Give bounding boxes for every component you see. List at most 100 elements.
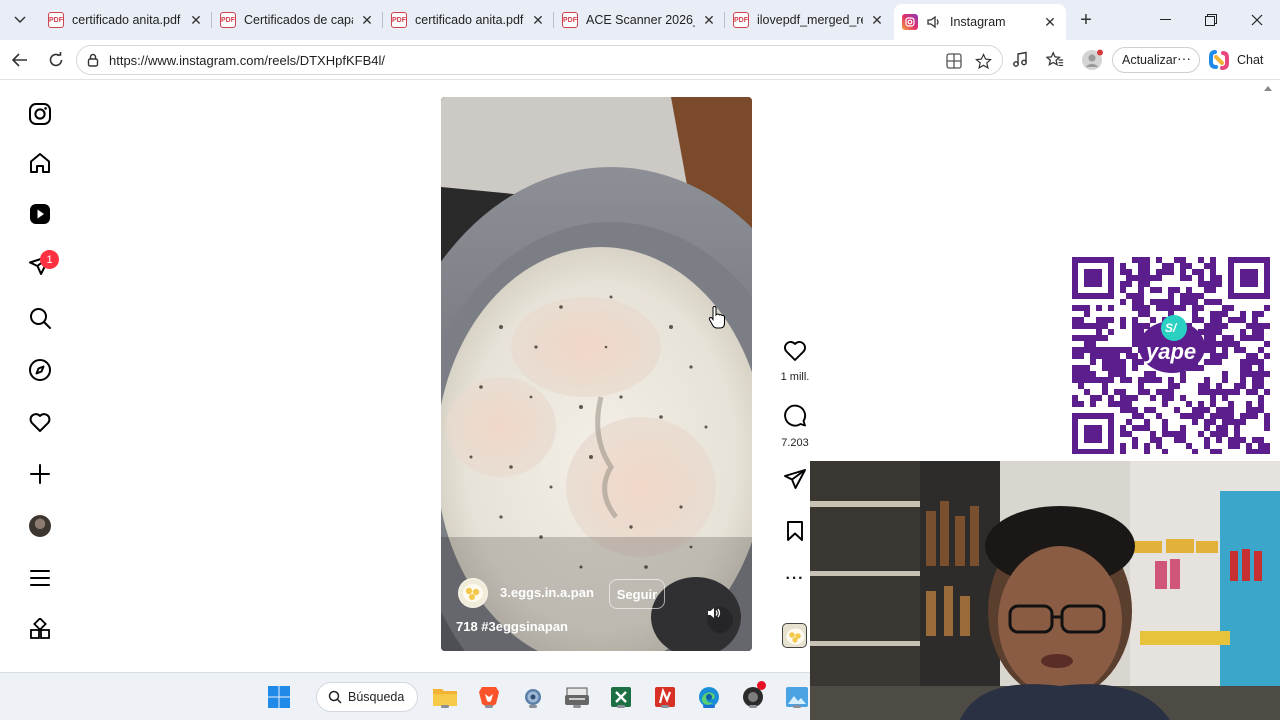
qr-module [1072, 401, 1078, 407]
qr-module [1126, 419, 1132, 425]
media-control-icon[interactable] [1011, 51, 1029, 69]
qr-module [1072, 395, 1078, 401]
more-menu-icon[interactable] [26, 564, 54, 592]
close-icon[interactable]: ✕ [359, 12, 375, 29]
taskbar-search[interactable]: Búsqueda [316, 682, 418, 712]
refresh-button[interactable] [42, 46, 70, 74]
app-button[interactable] [739, 681, 767, 711]
qr-module [1246, 371, 1252, 377]
qr-module [1120, 389, 1126, 395]
like-action[interactable]: 1 mill. [780, 340, 810, 383]
close-icon[interactable]: ✕ [701, 12, 717, 29]
qr-module [1216, 389, 1222, 395]
qr-module [1162, 395, 1168, 401]
save-action[interactable] [780, 520, 810, 547]
qr-module [1150, 299, 1156, 305]
more-options-button[interactable]: ··· [780, 570, 810, 588]
qr-module [1126, 275, 1132, 281]
qr-module [1090, 353, 1096, 359]
speaker-icon[interactable] [926, 15, 942, 29]
qr-module [1240, 419, 1246, 425]
share-action[interactable] [780, 468, 810, 495]
reel-video[interactable]: 3.eggs.in.a.pan Seguir 718 #3eggsinapan [441, 97, 752, 651]
qr-module [1228, 443, 1234, 449]
close-icon[interactable]: ✕ [188, 12, 204, 29]
browser-tab[interactable]: PDF certificado anita.pdf ✕ [383, 4, 554, 36]
qr-module [1156, 437, 1162, 443]
qr-module [1120, 263, 1126, 269]
browser-tab[interactable]: PDF Certificados de capac ✕ [212, 4, 383, 36]
browser-tab[interactable]: PDF ACE Scanner 2026_02 ✕ [554, 4, 725, 36]
qr-module [1210, 311, 1216, 317]
qr-module [1126, 431, 1132, 437]
close-window-button[interactable] [1234, 0, 1280, 40]
minimize-button[interactable] [1142, 0, 1188, 40]
address-bar[interactable]: https://www.instagram.com/reels/DTXHpfKF… [76, 45, 1003, 75]
excel-button[interactable] [607, 683, 635, 711]
hand-cursor-icon [708, 306, 725, 329]
reel-audio-thumbnail[interactable] [782, 623, 807, 648]
qr-module [1204, 299, 1210, 305]
qr-module [1090, 347, 1096, 353]
qr-module [1252, 389, 1258, 395]
explore-icon[interactable] [26, 356, 54, 384]
tab-actions-menu-button[interactable] [6, 6, 34, 34]
reel-author-name[interactable]: 3.eggs.in.a.pan [500, 585, 594, 600]
site-info-icon[interactable] [86, 53, 100, 72]
photos-app-button[interactable] [783, 683, 811, 711]
close-icon[interactable]: ✕ [1042, 14, 1058, 31]
create-icon[interactable] [26, 460, 54, 488]
qr-module [1156, 443, 1162, 449]
edge-browser-button[interactable] [695, 683, 723, 711]
tab-title: Instagram [950, 15, 1006, 29]
update-button[interactable]: Actualizar ··· [1112, 47, 1200, 73]
instagram-logo-icon[interactable] [26, 100, 54, 128]
qr-module [1222, 425, 1228, 431]
follow-button[interactable]: Seguir [609, 579, 665, 609]
scroll-up-arrow-icon[interactable] [1263, 85, 1273, 93]
qr-module [1120, 269, 1126, 275]
notifications-icon[interactable] [26, 408, 54, 436]
new-tab-button[interactable]: + [1072, 6, 1100, 34]
running-indicator [661, 705, 669, 708]
qr-module [1108, 395, 1114, 401]
settings-button[interactable] [519, 683, 547, 711]
qr-module [1246, 353, 1252, 359]
browser-tab[interactable]: PDF ilovepdf_merged_rem ✕ [725, 4, 893, 36]
qr-module [1072, 371, 1078, 377]
reel-caption[interactable]: 718 #3eggsinapan [456, 619, 568, 634]
qr-module [1240, 335, 1246, 341]
qr-module [1120, 431, 1126, 437]
close-icon[interactable]: ✕ [530, 12, 546, 29]
profile-avatar[interactable] [29, 515, 51, 537]
qr-module [1072, 377, 1078, 383]
browser-tab-active[interactable]: Instagram ✕ [894, 4, 1066, 40]
close-icon[interactable]: ✕ [869, 12, 885, 29]
qr-module [1234, 317, 1240, 323]
mute-toggle-button[interactable] [707, 607, 733, 633]
back-button[interactable] [6, 46, 34, 74]
windows-start-button[interactable] [265, 683, 293, 711]
reels-icon[interactable] [26, 200, 54, 228]
search-icon[interactable] [26, 304, 54, 332]
pdf-reader-button[interactable] [651, 683, 679, 711]
qr-module [1078, 377, 1084, 383]
qr-module [1174, 407, 1180, 413]
file-explorer-button[interactable] [431, 683, 459, 711]
copilot-chat-button[interactable]: Chat [1208, 47, 1274, 73]
meta-apps-icon[interactable] [26, 616, 54, 644]
qr-module [1198, 275, 1204, 281]
brave-browser-button[interactable] [475, 683, 503, 711]
app-available-icon[interactable] [945, 52, 963, 70]
reel-author-avatar[interactable] [458, 578, 488, 608]
favorite-star-icon[interactable] [974, 52, 992, 70]
qr-module [1210, 299, 1216, 305]
url-text[interactable]: https://www.instagram.com/reels/DTXHpfKF… [109, 53, 385, 68]
scanner-app-button[interactable] [563, 683, 591, 711]
restore-button[interactable] [1188, 0, 1234, 40]
favorites-icon[interactable] [1046, 51, 1064, 69]
home-icon[interactable] [26, 149, 54, 177]
profile-avatar-icon[interactable] [1081, 49, 1103, 71]
comment-action[interactable]: 7.203 [780, 404, 810, 449]
browser-tab[interactable]: PDF certificado anita.pdf ✕ [40, 4, 212, 36]
